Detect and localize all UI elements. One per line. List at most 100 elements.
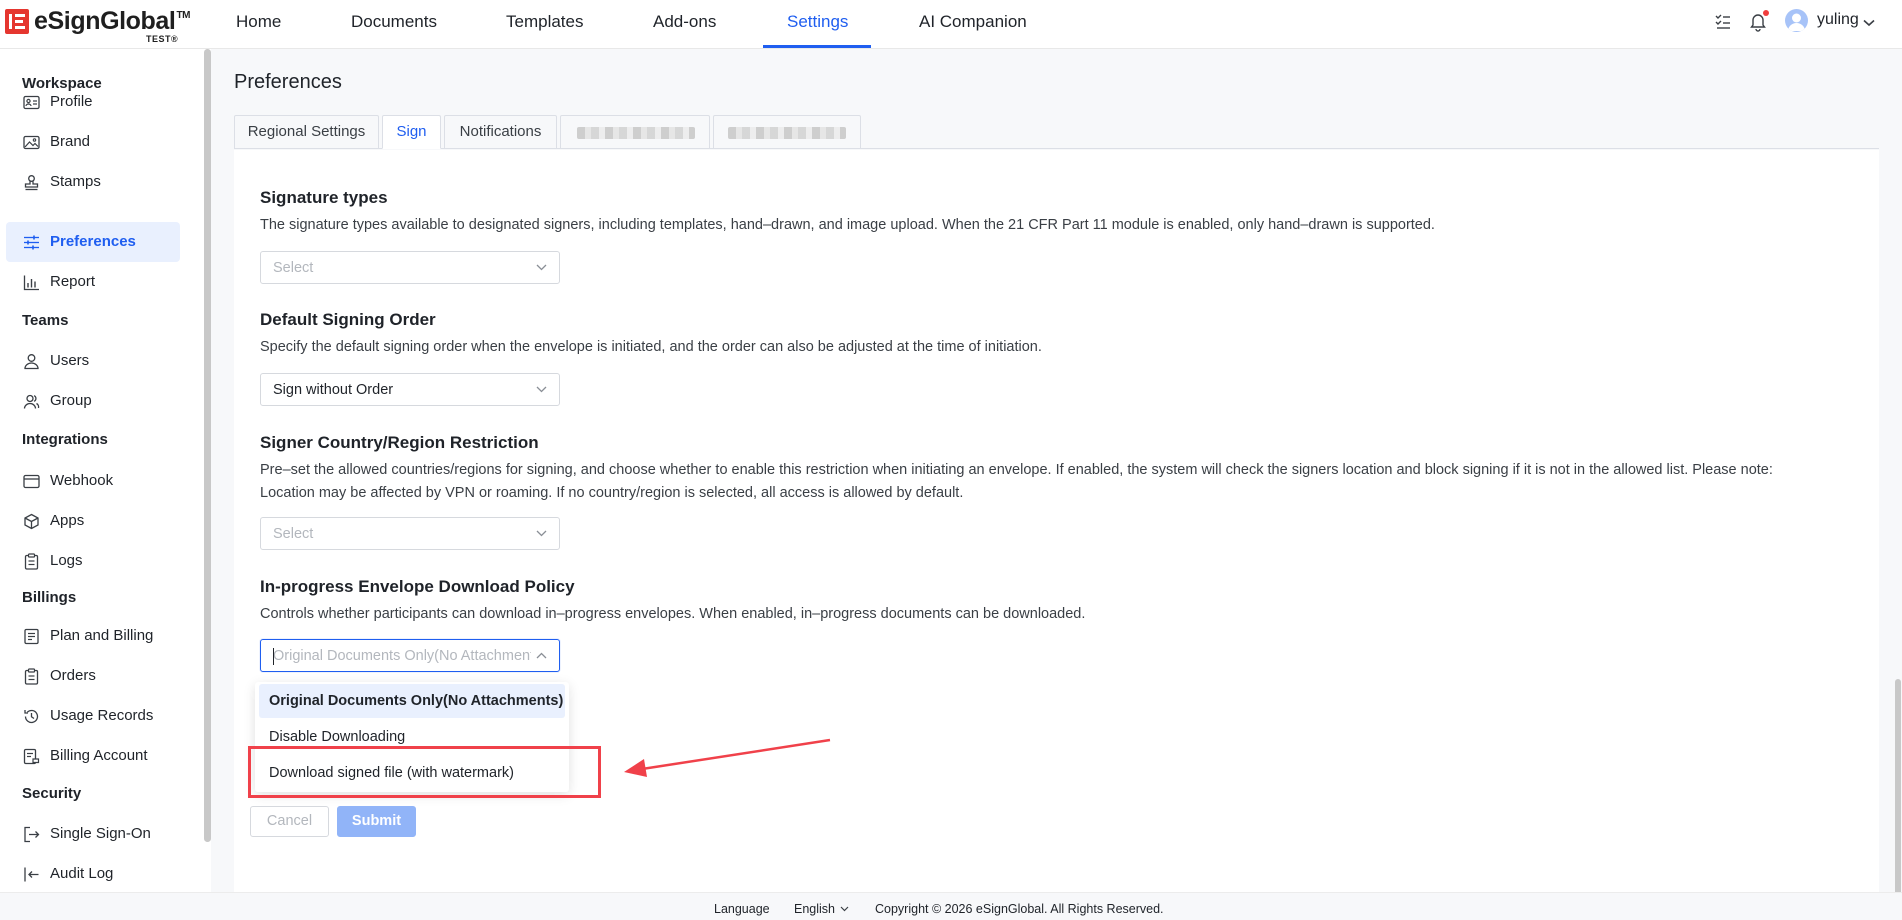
- sidebar-scrollbar-thumb[interactable]: [204, 49, 211, 842]
- sidebar-item-label: Audit Log: [50, 865, 114, 882]
- notification-bell-icon[interactable]: [1748, 10, 1769, 32]
- dropdown-option-original-documents[interactable]: Original Documents Only(No Attachments): [259, 684, 565, 718]
- region-restriction-select[interactable]: Select: [260, 517, 560, 550]
- tab-redacted-1[interactable]: [560, 115, 710, 149]
- sidebar-item-webhook[interactable]: Webhook: [6, 461, 180, 501]
- image-icon: [23, 135, 40, 150]
- sidebar-item-audit-log[interactable]: Audit Log: [6, 854, 180, 894]
- clipboard-icon: [24, 668, 39, 685]
- nav-add-ons[interactable]: Add-ons: [653, 0, 716, 49]
- sidebar-item-label: Users: [50, 352, 90, 369]
- language-label: Language: [714, 902, 770, 916]
- tab-sign[interactable]: Sign: [382, 115, 441, 149]
- chevron-down-icon[interactable]: [1863, 14, 1875, 32]
- sidebar-item-logs[interactable]: Logs: [6, 541, 180, 581]
- user-avatar[interactable]: [1785, 9, 1808, 32]
- sidebar-item-orders[interactable]: Orders: [6, 656, 180, 696]
- redacted-label: [577, 127, 695, 139]
- signing-order-title: Default Signing Order: [260, 310, 436, 329]
- page-title: Preferences: [234, 71, 342, 93]
- chevron-down-icon: [536, 264, 547, 271]
- nav-templates[interactable]: Templates: [506, 0, 583, 49]
- history-icon: [24, 709, 39, 724]
- content-scrollbar-thumb[interactable]: [1895, 679, 1901, 897]
- nav-settings[interactable]: Settings: [787, 0, 848, 49]
- sidebar-item-profile[interactable]: Profile: [6, 82, 180, 122]
- chevron-down-icon[interactable]: [840, 906, 849, 912]
- tab-redacted-2[interactable]: [713, 115, 861, 149]
- sidebar-item-stamps[interactable]: Stamps: [6, 162, 180, 202]
- language-selector[interactable]: English: [794, 902, 835, 916]
- sidebar-item-label: Preferences: [50, 233, 136, 250]
- signing-order-select[interactable]: Sign without Order: [260, 373, 560, 406]
- text-caret: [273, 648, 274, 665]
- profile-card-icon: [23, 95, 40, 110]
- audit-icon: [24, 867, 39, 882]
- sidebar-item-label: Orders: [50, 667, 96, 684]
- signature-types-select[interactable]: Select: [260, 251, 560, 284]
- sidebar-item-label: Usage Records: [50, 707, 154, 724]
- task-list-icon[interactable]: [1713, 10, 1733, 32]
- sidebar-section-integrations: Integrations: [22, 431, 108, 448]
- preferences-tabs: Regional Settings Sign Notifications: [234, 115, 1879, 149]
- sidebar-item-group[interactable]: Group: [6, 381, 180, 421]
- sidebar-item-apps[interactable]: Apps: [6, 501, 180, 541]
- sliders-icon: [24, 235, 39, 250]
- sidebar-section-security: Security: [22, 785, 82, 802]
- logo-mark-icon: [5, 9, 29, 34]
- signing-order-description: Specify the default signing order when t…: [260, 339, 1042, 355]
- sidebar-item-label: Webhook: [50, 472, 114, 489]
- nav-documents[interactable]: Documents: [351, 0, 437, 49]
- sidebar-item-label: Single Sign-On: [50, 825, 151, 842]
- stamp-icon: [24, 175, 39, 191]
- sidebar-item-users[interactable]: Users: [6, 341, 180, 381]
- sidebar-item-label: Stamps: [50, 173, 101, 190]
- sidebar-item-label: Group: [50, 392, 92, 409]
- document-icon: [24, 628, 39, 645]
- chevron-up-icon: [536, 652, 547, 659]
- tab-notifications[interactable]: Notifications: [444, 115, 557, 149]
- sidebar-item-label: Report: [50, 273, 96, 290]
- download-policy-title: In-progress Envelope Download Policy: [260, 577, 575, 596]
- sidebar-scrollbar[interactable]: [204, 49, 211, 842]
- sidebar-item-single-sign-on[interactable]: Single Sign-On: [6, 814, 180, 854]
- copyright-text: Copyright © 2026 eSignGlobal. All Rights…: [875, 902, 1164, 916]
- sidebar-item-brand[interactable]: Brand: [6, 122, 180, 162]
- select-value: Sign without Order: [273, 382, 394, 398]
- redacted-label: [728, 127, 846, 139]
- sidebar-section-billings: Billings: [22, 589, 77, 606]
- user-name[interactable]: yuling: [1817, 11, 1859, 29]
- tab-regional-settings[interactable]: Regional Settings: [234, 115, 379, 149]
- nav-ai-companion[interactable]: AI Companion: [919, 0, 1027, 49]
- select-search-placeholder: Original Documents Only(No Attachments): [273, 648, 531, 664]
- submit-button[interactable]: Submit: [337, 806, 416, 837]
- region-restriction-title: Signer Country/Region Restriction: [260, 433, 539, 452]
- cancel-button[interactable]: Cancel: [250, 806, 329, 837]
- region-restriction-description-line1: Pre–set the allowed countries/regions fo…: [260, 462, 1773, 478]
- top-navigation-bar: eSignGlobalTM TEST® Home Documents Templ…: [0, 0, 1902, 49]
- download-policy-select[interactable]: Original Documents Only(No Attachments): [260, 639, 560, 672]
- user-icon: [24, 354, 39, 370]
- sidebar-item-preferences[interactable]: Preferences: [6, 222, 180, 262]
- group-icon: [23, 394, 40, 409]
- sidebar-item-label: Logs: [50, 552, 83, 569]
- signature-types-title: Signature types: [260, 188, 388, 207]
- nav-home[interactable]: Home: [236, 0, 281, 49]
- cube-icon: [24, 513, 39, 530]
- option-label: Original Documents Only(No Attachments): [269, 693, 564, 709]
- sidebar-item-billing-account[interactable]: Billing Account: [6, 736, 180, 776]
- sidebar-item-usage-records[interactable]: Usage Records: [6, 696, 180, 736]
- select-placeholder: Select: [273, 260, 314, 276]
- annotation-arrow-icon: [624, 738, 831, 777]
- sidebar-item-label: Profile: [50, 93, 93, 110]
- settings-sidebar: Workspace Profile Brand Stamps Preferenc…: [0, 49, 211, 892]
- region-restriction-description-line2: Location may be affected by VPN or roami…: [260, 485, 964, 501]
- chevron-down-icon: [536, 530, 547, 537]
- sidebar-item-report[interactable]: Report: [6, 262, 180, 302]
- select-placeholder: Select: [273, 526, 314, 542]
- sidebar-item-label: Billing Account: [50, 747, 148, 764]
- sidebar-item-plan-and-billing[interactable]: Plan and Billing: [6, 616, 180, 656]
- chevron-down-icon: [536, 386, 547, 393]
- sso-icon: [24, 826, 40, 843]
- notification-dot: [1763, 10, 1769, 16]
